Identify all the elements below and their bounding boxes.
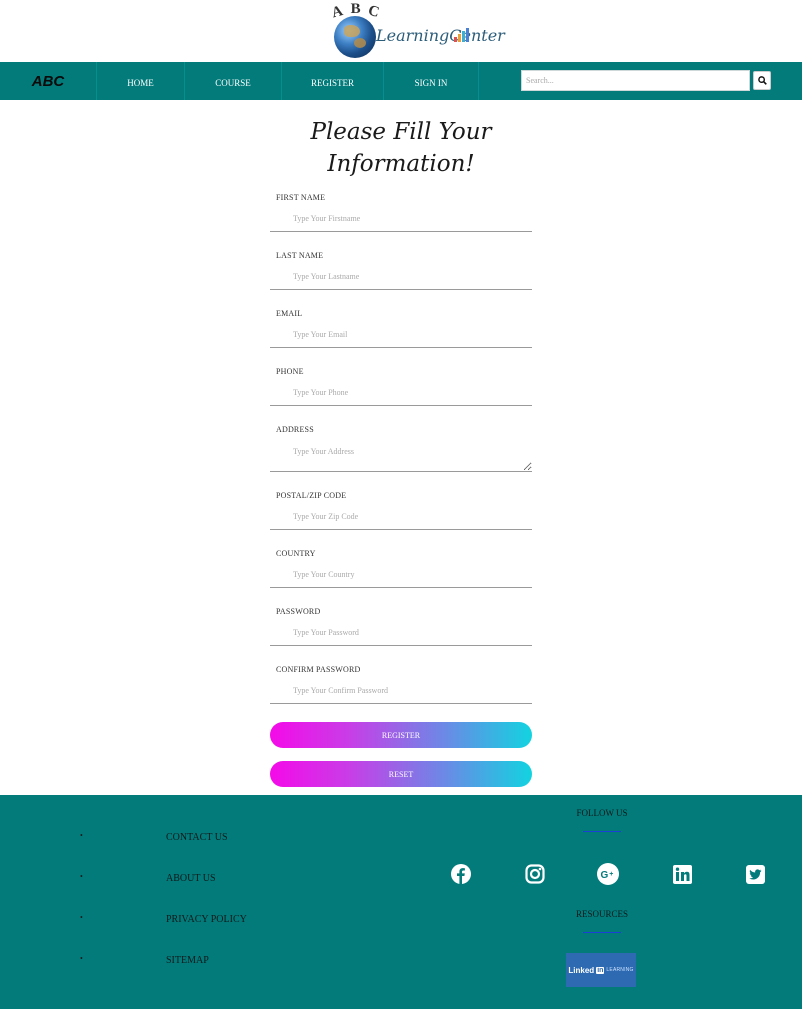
footer-link-label: CONTACT US bbox=[166, 832, 228, 843]
page-title-line2: Information! bbox=[327, 151, 475, 177]
google-plus-link[interactable]: G + bbox=[597, 863, 619, 885]
twitter-icon bbox=[745, 864, 765, 884]
phone-input[interactable] bbox=[270, 380, 532, 406]
country-input[interactable] bbox=[270, 562, 532, 588]
registration-form: FIRST NAME LAST NAME EMAIL PHONE ADDRESS… bbox=[270, 186, 532, 716]
globe-icon bbox=[334, 16, 376, 58]
linkedin-link[interactable] bbox=[671, 863, 693, 885]
country-group: COUNTRY bbox=[270, 542, 532, 600]
linkedin-learning-link[interactable]: Linked in LEARNING bbox=[566, 953, 636, 987]
nav-home[interactable]: HOME bbox=[97, 62, 185, 100]
logo-letter-c: C bbox=[366, 2, 384, 22]
password-group: PASSWORD bbox=[270, 600, 532, 658]
logo-wordmark: LearningCenter bbox=[376, 26, 505, 45]
country-label: COUNTRY bbox=[276, 549, 316, 558]
search-input[interactable] bbox=[521, 70, 750, 91]
zip-code-label: POSTAL/ZIP CODE bbox=[276, 491, 347, 500]
site-footer: CONTACT US ABOUT US PRIVACY POLICY SITEM… bbox=[0, 795, 802, 1009]
resources-heading: RESOURCES bbox=[575, 909, 628, 919]
password-label: PASSWORD bbox=[276, 607, 321, 616]
instagram-link[interactable] bbox=[524, 863, 546, 885]
site-logo[interactable]: A B C LearningCenter bbox=[330, 1, 505, 58]
address-label: ADDRESS bbox=[276, 425, 314, 434]
resources-divider bbox=[583, 932, 621, 933]
first-name-input[interactable] bbox=[270, 206, 532, 232]
facebook-link[interactable] bbox=[450, 863, 472, 885]
zip-code-input[interactable] bbox=[270, 504, 532, 530]
twitter-link[interactable] bbox=[744, 863, 766, 885]
main-nav: ABC HOME COURSE REGISTER SIGN IN bbox=[0, 62, 802, 100]
nav-sign-in[interactable]: SIGN IN bbox=[384, 62, 479, 100]
follow-divider bbox=[583, 831, 621, 832]
nav-course[interactable]: COURSE bbox=[185, 62, 282, 100]
address-group: ADDRESS bbox=[270, 418, 532, 484]
facebook-icon bbox=[451, 864, 471, 884]
first-name-label: FIRST NAME bbox=[276, 193, 326, 202]
logo-header: A B C LearningCenter bbox=[0, 0, 802, 62]
google-plus-icon: G + bbox=[597, 863, 619, 885]
footer-link-label: SITEMAP bbox=[166, 955, 209, 966]
bar-chart-icon bbox=[454, 28, 470, 42]
svg-text:G: G bbox=[601, 870, 609, 881]
linkedin-logo-icon: in bbox=[596, 966, 605, 974]
confirm-password-group: CONFIRM PASSWORD bbox=[270, 658, 532, 716]
page-title: Please Fill Your Information! bbox=[270, 116, 532, 180]
nav-brand[interactable]: ABC bbox=[0, 62, 97, 100]
last-name-group: LAST NAME bbox=[270, 244, 532, 302]
password-input[interactable] bbox=[270, 620, 532, 646]
nav-register[interactable]: REGISTER bbox=[282, 62, 384, 100]
last-name-label: LAST NAME bbox=[276, 251, 324, 260]
address-textarea[interactable] bbox=[270, 438, 532, 472]
linkedin-badge-learning: LEARNING bbox=[606, 967, 634, 973]
register-button[interactable]: REGISTER bbox=[270, 722, 532, 748]
email-group: EMAIL bbox=[270, 302, 532, 360]
phone-group: PHONE bbox=[270, 360, 532, 418]
search-button[interactable] bbox=[753, 71, 771, 90]
zip-code-group: POSTAL/ZIP CODE bbox=[270, 484, 532, 542]
footer-link-label: ABOUT US bbox=[166, 873, 216, 884]
first-name-group: FIRST NAME bbox=[270, 186, 532, 244]
reset-button[interactable]: RESET bbox=[270, 761, 532, 787]
phone-label: PHONE bbox=[276, 367, 304, 376]
confirm-password-input[interactable] bbox=[270, 678, 532, 704]
search-icon bbox=[757, 76, 767, 85]
linkedin-icon bbox=[672, 864, 692, 884]
footer-link-label: PRIVACY POLICY bbox=[166, 914, 247, 925]
last-name-input[interactable] bbox=[270, 264, 532, 290]
svg-text:+: + bbox=[609, 871, 613, 878]
confirm-password-label: CONFIRM PASSWORD bbox=[276, 665, 361, 674]
follow-heading: FOLLOW US bbox=[576, 808, 628, 818]
email-input[interactable] bbox=[270, 322, 532, 348]
page-title-line1: Please Fill Your bbox=[310, 119, 492, 145]
email-label: EMAIL bbox=[276, 309, 303, 318]
linkedin-badge-word: Linked bbox=[568, 965, 595, 975]
instagram-icon bbox=[525, 864, 545, 884]
